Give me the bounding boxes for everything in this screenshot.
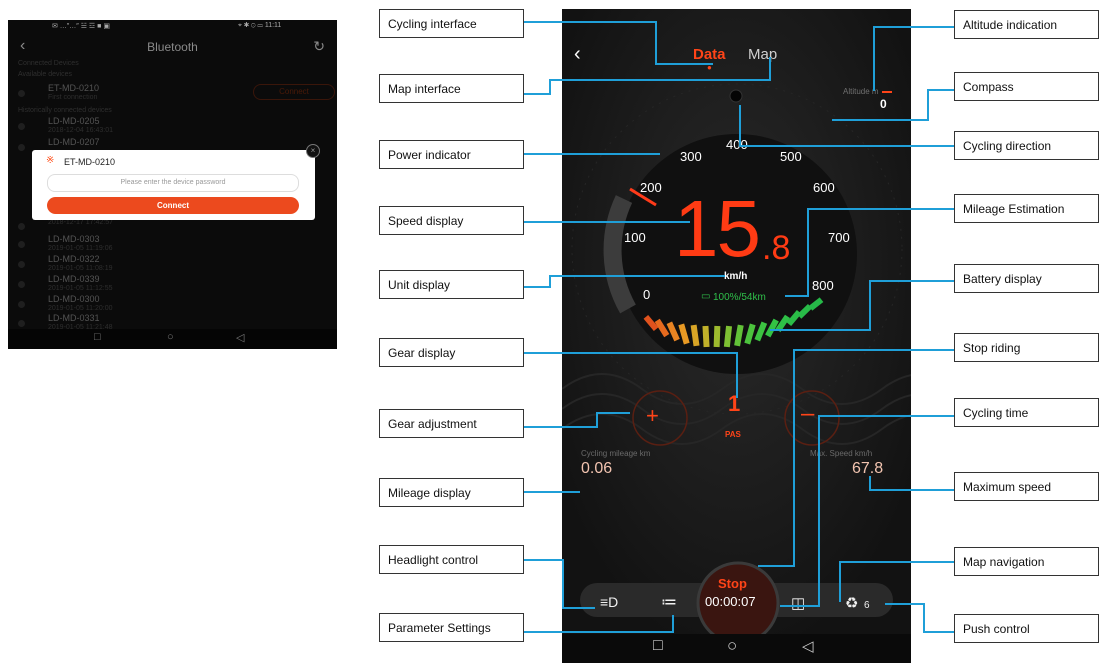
annotation-map-interface: Map interface xyxy=(379,74,524,103)
annotation-unit-display: Unit display xyxy=(379,270,524,299)
annotation-maximum-speed: Maximum speed xyxy=(954,472,1099,501)
annotation-speed-display: Speed display xyxy=(379,206,524,235)
annotation-power-indicator: Power indicator xyxy=(379,140,524,169)
annotation-parameter-settings: Parameter Settings xyxy=(379,613,524,642)
annotation-gear-adjustment: Gear adjustment xyxy=(379,409,524,438)
annotation-map-navigation: Map navigation xyxy=(954,547,1099,576)
annotation-compass: Compass xyxy=(954,72,1099,101)
annotation-push-control: Push control xyxy=(954,614,1099,643)
annotation-cycling-direction: Cycling direction xyxy=(954,131,1099,160)
annotation-headlight-control: Headlight control xyxy=(379,545,524,574)
annotation-battery-display: Battery display xyxy=(954,264,1099,293)
annotation-altitude-indication: Altitude indication xyxy=(954,10,1099,39)
annotation-mileage-estimation: Mileage Estimation xyxy=(954,194,1099,223)
annotation-stop-riding: Stop riding xyxy=(954,333,1099,362)
annotation-mileage-display: Mileage display xyxy=(379,478,524,507)
callout-lines xyxy=(524,21,954,633)
annotation-gear-display: Gear display xyxy=(379,338,524,367)
annotation-cycling-time: Cycling time xyxy=(954,398,1099,427)
annotation-cycling-interface: Cycling interface xyxy=(379,9,524,38)
